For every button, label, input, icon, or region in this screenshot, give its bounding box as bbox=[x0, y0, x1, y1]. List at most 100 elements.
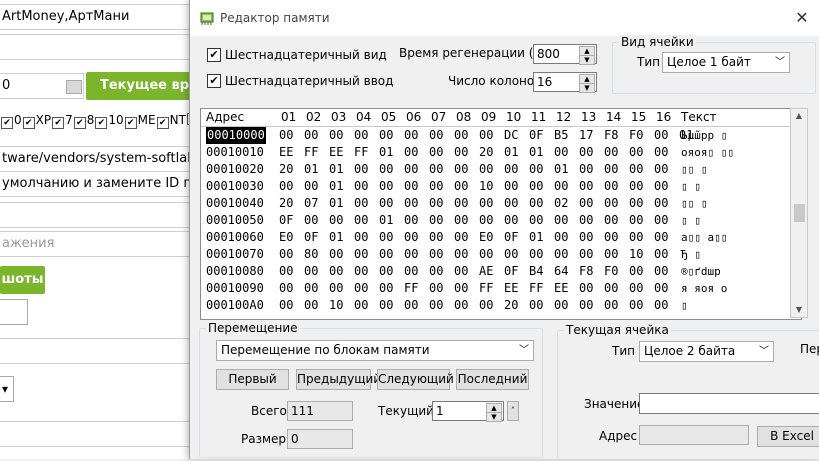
byte-cell[interactable]: 00 bbox=[529, 212, 543, 229]
byte-cell[interactable]: 00 bbox=[579, 229, 593, 246]
byte-cell[interactable]: 00 bbox=[404, 246, 418, 263]
byte-cell[interactable]: 00 bbox=[354, 229, 368, 246]
byte-cell[interactable]: 00 bbox=[579, 178, 593, 195]
byte-cell[interactable]: 00 bbox=[579, 297, 593, 314]
byte-cell[interactable]: 00 bbox=[429, 246, 443, 263]
byte-cell[interactable]: 00 bbox=[329, 212, 343, 229]
byte-cell[interactable]: 00 bbox=[654, 297, 668, 314]
byte-cell[interactable]: 00 bbox=[554, 246, 568, 263]
byte-cell[interactable]: 00 bbox=[479, 297, 493, 314]
next-button[interactable]: Следующий bbox=[377, 369, 454, 390]
byte-cell[interactable]: 17 bbox=[579, 127, 593, 144]
byte-cell[interactable]: 00 bbox=[404, 195, 418, 212]
byte-cell[interactable]: 00 bbox=[379, 297, 393, 314]
byte-cell[interactable]: AE bbox=[479, 263, 493, 280]
byte-cell[interactable]: 00 bbox=[429, 144, 443, 161]
row-text[interactable]: а▯▯ а▯▯ bbox=[681, 229, 727, 246]
byte-cell[interactable]: 00 bbox=[654, 212, 668, 229]
byte-cell[interactable]: 00 bbox=[479, 212, 493, 229]
name-field[interactable]: ArtMoney,АртМани bbox=[0, 4, 196, 30]
byte-cell[interactable]: 00 bbox=[354, 246, 368, 263]
byte-cell[interactable]: F8 bbox=[579, 263, 593, 280]
byte-cell[interactable]: 00 bbox=[329, 280, 343, 297]
byte-cell[interactable]: 00 bbox=[404, 263, 418, 280]
chevron-up-icon[interactable]: ˄ bbox=[507, 401, 519, 421]
os-check-nt[interactable]: ✔ NT bbox=[156, 113, 186, 129]
byte-cell[interactable]: 01 bbox=[329, 195, 343, 212]
row-address[interactable]: 00010060 bbox=[206, 229, 264, 246]
row-address[interactable]: 00010040 bbox=[206, 195, 264, 212]
byte-cell[interactable]: 00 bbox=[279, 127, 293, 144]
small-field[interactable] bbox=[0, 299, 28, 325]
path-field[interactable]: tware/vendors/system-softlab/ bbox=[0, 146, 196, 172]
byte-cell[interactable]: B4 bbox=[529, 263, 543, 280]
navigation-mode-select[interactable]: Перемещение по блокам памяти ﹀ bbox=[216, 340, 534, 361]
byte-cell[interactable]: FF bbox=[304, 144, 318, 161]
row-text[interactable]: ▯ ▯ bbox=[681, 212, 701, 229]
byte-cell[interactable]: 00 bbox=[404, 178, 418, 195]
row-text[interactable]: я яоя о bbox=[681, 280, 727, 297]
cell-type-select[interactable]: Целое 1 байт ﹀ bbox=[662, 52, 790, 73]
byte-cell[interactable]: 01 bbox=[529, 144, 543, 161]
byte-cell[interactable]: 00 bbox=[354, 195, 368, 212]
byte-cell[interactable]: 00 bbox=[379, 127, 393, 144]
hex-view-checkbox[interactable]: ✔ bbox=[207, 48, 221, 62]
byte-cell[interactable]: 01 bbox=[379, 144, 393, 161]
byte-cell[interactable]: 00 bbox=[454, 246, 468, 263]
byte-cell[interactable]: 00 bbox=[554, 178, 568, 195]
byte-cell[interactable]: 00 bbox=[629, 280, 643, 297]
cell2-type-select[interactable]: Целое 2 байта ﹀ bbox=[639, 341, 774, 362]
row-address[interactable]: 00010030 bbox=[206, 178, 264, 195]
export-excel-button[interactable]: В Excel bbox=[757, 426, 819, 447]
spin-down-icon[interactable]: ▼ bbox=[579, 83, 595, 93]
byte-cell[interactable]: 00 bbox=[604, 144, 618, 161]
row-text[interactable]: ▯ ▯ bbox=[681, 178, 701, 195]
byte-cell[interactable]: DC bbox=[504, 127, 518, 144]
byte-cell[interactable]: 00 bbox=[654, 195, 668, 212]
last-button[interactable]: Последний bbox=[456, 369, 529, 390]
hex-grid[interactable]: Адрес 01 02 03 04 05 06 07 08 09 10 11 1… bbox=[200, 108, 802, 320]
byte-cell[interactable]: FF bbox=[404, 280, 418, 297]
default-text-field[interactable]: умолчанию и замените ID про bbox=[0, 171, 196, 197]
byte-cell[interactable]: 00 bbox=[479, 161, 493, 178]
screenshots-button[interactable]: шоты bbox=[0, 266, 45, 294]
row-text[interactable]: ▯▯ ▯ bbox=[681, 195, 708, 212]
byte-cell[interactable]: 00 bbox=[529, 161, 543, 178]
byte-cell[interactable]: 00 bbox=[454, 229, 468, 246]
row-text[interactable]: ®▯ґdшр bbox=[681, 263, 721, 280]
byte-cell[interactable]: 00 bbox=[579, 195, 593, 212]
byte-cell[interactable]: 00 bbox=[279, 280, 293, 297]
byte-cell[interactable]: 01 bbox=[329, 178, 343, 195]
byte-cell[interactable]: 01 bbox=[329, 161, 343, 178]
row-address[interactable]: 00010010 bbox=[206, 144, 264, 161]
byte-cell[interactable]: EE bbox=[554, 280, 568, 297]
byte-cell[interactable]: 00 bbox=[429, 195, 443, 212]
byte-cell[interactable]: F0 bbox=[604, 263, 618, 280]
byte-cell[interactable]: 00 bbox=[504, 195, 518, 212]
byte-cell[interactable]: 00 bbox=[554, 144, 568, 161]
byte-cell[interactable]: 00 bbox=[429, 161, 443, 178]
byte-cell[interactable]: 00 bbox=[329, 127, 343, 144]
byte-cell[interactable]: 00 bbox=[529, 297, 543, 314]
byte-cell[interactable]: 00 bbox=[304, 212, 318, 229]
byte-cell[interactable]: 00 bbox=[279, 178, 293, 195]
byte-cell[interactable]: 20 bbox=[279, 195, 293, 212]
byte-cell[interactable]: 00 bbox=[629, 178, 643, 195]
byte-cell[interactable]: 00 bbox=[404, 297, 418, 314]
byte-cell[interactable]: 00 bbox=[604, 161, 618, 178]
row-text[interactable]: ▯▯ ▯ bbox=[681, 161, 708, 178]
byte-cell[interactable]: 10 bbox=[329, 297, 343, 314]
byte-cell[interactable]: 00 bbox=[354, 280, 368, 297]
byte-cell[interactable]: 00 bbox=[429, 178, 443, 195]
byte-cell[interactable]: 00 bbox=[429, 297, 443, 314]
byte-cell[interactable]: 00 bbox=[554, 229, 568, 246]
columns-spinner[interactable]: 16 ▲ ▼ bbox=[533, 72, 597, 93]
row-address[interactable]: 00010070 bbox=[206, 246, 264, 263]
byte-cell[interactable]: 00 bbox=[629, 229, 643, 246]
byte-cell[interactable]: 00 bbox=[404, 144, 418, 161]
row-address[interactable]: 00010050 bbox=[206, 212, 264, 229]
byte-cell[interactable]: 20 bbox=[279, 161, 293, 178]
scroll-up-icon[interactable]: ▲ bbox=[791, 109, 807, 123]
byte-cell[interactable]: 0F bbox=[529, 127, 543, 144]
byte-cell[interactable]: 00 bbox=[379, 263, 393, 280]
